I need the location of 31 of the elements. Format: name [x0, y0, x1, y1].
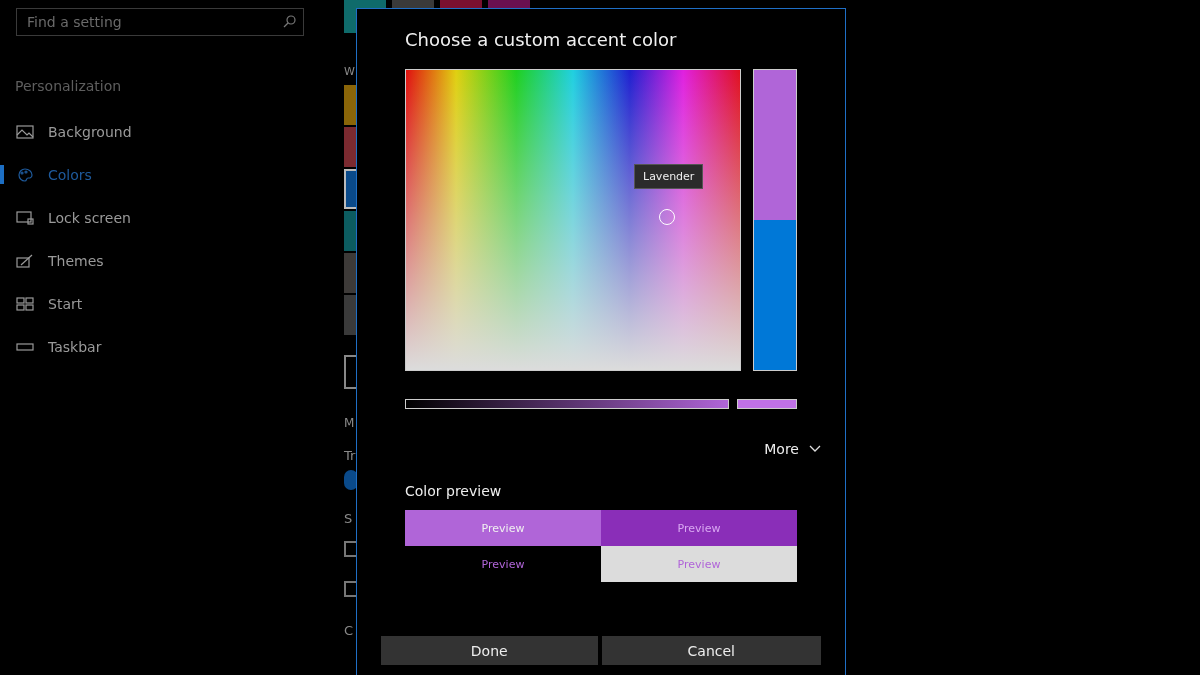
search-icon: [283, 15, 296, 28]
preview-tile: Preview: [601, 546, 797, 582]
preview-tile: Preview: [601, 510, 797, 546]
nav-item[interactable]: Start: [0, 282, 330, 325]
brightness-slider[interactable]: [405, 399, 729, 409]
tiles-icon: [16, 296, 34, 311]
cancel-button[interactable]: Cancel: [601, 636, 821, 665]
brush-icon: [16, 253, 34, 268]
nav-item[interactable]: Taskbar: [0, 325, 330, 368]
label-text: Tr: [344, 449, 356, 462]
chevron-icon: [809, 445, 821, 453]
section-heading: Personalization: [15, 78, 123, 94]
dialog-title: Choose a custom accent color: [405, 29, 678, 50]
slider-thumb[interactable]: [737, 399, 797, 409]
nav-item[interactable]: Lock screen: [0, 196, 330, 239]
nav-item[interactable]: Themes: [0, 239, 330, 282]
heading-text: M: [344, 417, 356, 429]
more-button[interactable]: More: [764, 441, 821, 457]
heading-text: W: [344, 66, 356, 77]
done-button[interactable]: Done: [381, 636, 598, 665]
picture-icon: [16, 124, 34, 139]
nav-item[interactable]: Background: [0, 110, 330, 153]
lock-screen-icon: [16, 210, 34, 225]
label-text: S: [344, 512, 354, 525]
color-spectrum[interactable]: Lavender: [405, 69, 741, 371]
label-text: C: [344, 624, 355, 637]
search-field[interactable]: Find a setting: [16, 8, 304, 36]
palette-icon: [16, 167, 34, 182]
section-label: Color preview: [405, 483, 503, 499]
preview-tile: Preview: [405, 510, 601, 546]
color-tooltip: Lavender: [634, 164, 704, 189]
